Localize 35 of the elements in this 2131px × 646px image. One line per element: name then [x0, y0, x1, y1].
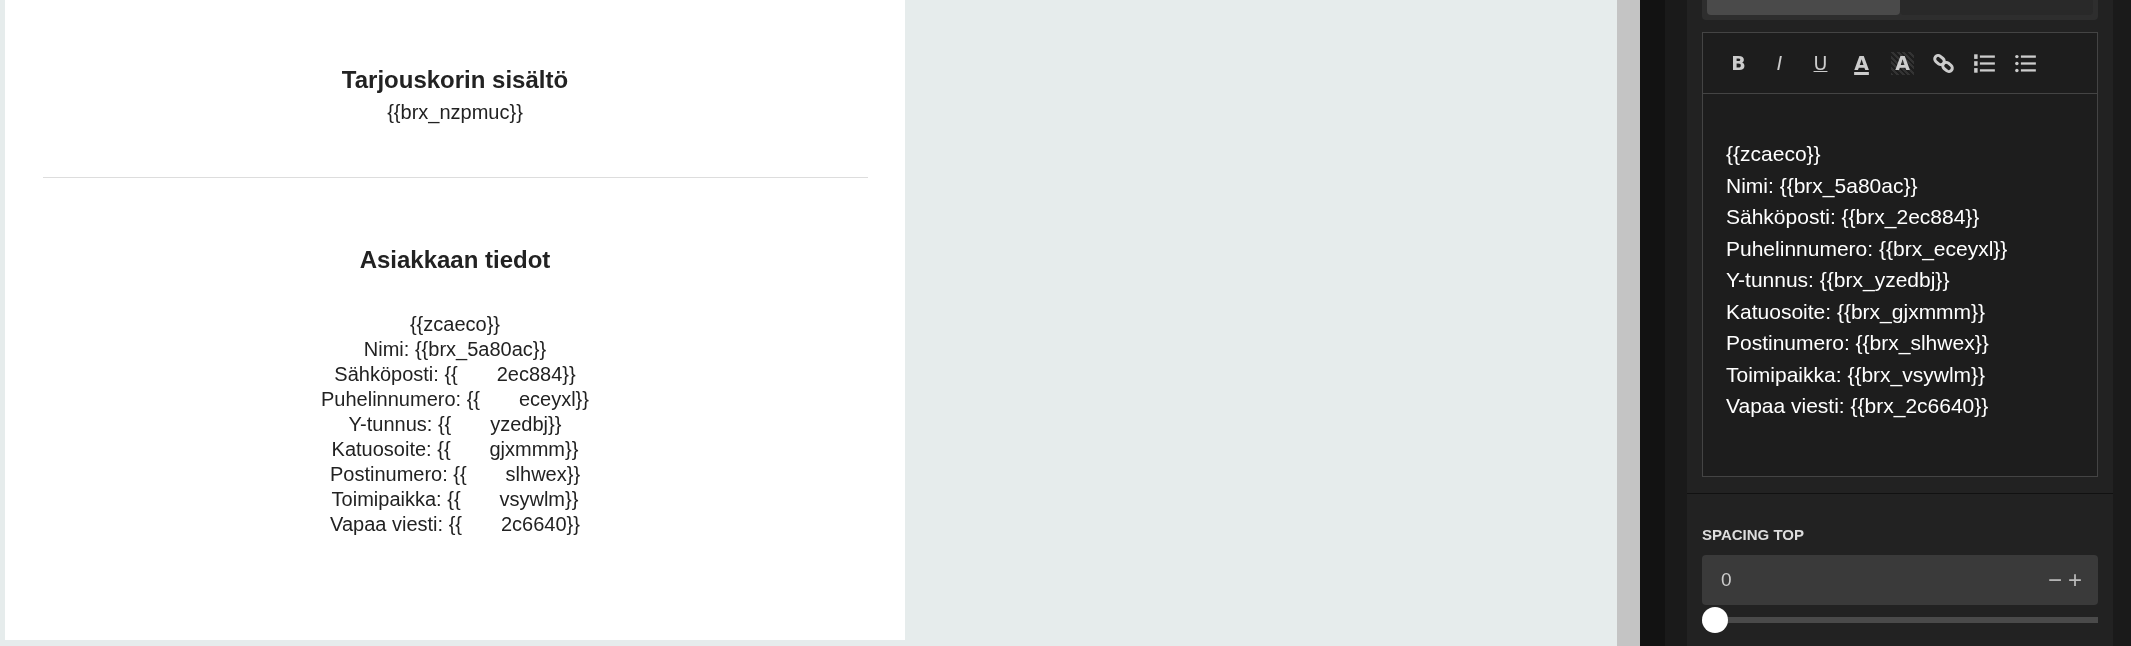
editor-text-line: Postinumero: {{brx_slhwex}} [1726, 330, 1990, 357]
preview-text-line: Vapaa viesti: {{ 2c6640}} [329, 512, 581, 537]
scrollbar[interactable] [1617, 0, 1640, 646]
editor-text-line: Toimipaikka: {{brx_vsywlm}} [1726, 361, 1987, 389]
preview-text-line: Toimipaikka: {{ vsywlm}} [330, 487, 580, 512]
preview-text-line: Sähköposti: {{ 2ec884}} [333, 362, 577, 387]
slider-thumb[interactable] [1702, 607, 1728, 633]
preview-text-line: Nimi: {{brx_5a80ac}} [362, 337, 548, 362]
section-heading: Tarjouskorin sisältö [341, 66, 569, 94]
spacing-top-label: SPACING TOP [1702, 526, 1805, 543]
editor-text-line: {{zcaeco}} [1726, 141, 1822, 167]
number-field[interactable]: 0 − + [1702, 555, 2098, 605]
editor-text-line: Vapaa viesti: {{brx_2c6640}} [1726, 393, 1990, 420]
preview-text-line: {{zcaeco}} [408, 312, 502, 337]
numbered-list-icon[interactable] [1973, 51, 1996, 75]
decrement-button[interactable]: − [2047, 566, 2062, 594]
editor-text-line: Y-tunnus: {{brx_yzedbj}} [1726, 267, 1951, 294]
link-icon[interactable] [1932, 51, 1955, 75]
preview-text-line: Puhelinnumero: {{ eceyxl}} [321, 387, 589, 412]
editor-text-line: Nimi: {{brx_5a80ac}} [1726, 172, 1919, 200]
section-heading: Asiakkaan tiedot [359, 246, 551, 274]
underline-button[interactable]: U [1809, 51, 1832, 75]
preview-text-line: Katuosoite: {{ gjxmmm}} [330, 437, 580, 462]
rich-text-editor[interactable] [1702, 32, 2098, 477]
increment-button[interactable]: + [2068, 566, 2082, 594]
italic-button[interactable]: I [1768, 51, 1791, 75]
preview-text-line: {{brx_nzpmuc}} [387, 100, 523, 125]
text-color-button[interactable]: A [1850, 51, 1873, 75]
preview-text-line: Y-tunnus: {{ yzedbj}} [347, 412, 563, 437]
highlight-button[interactable]: A [1891, 51, 1914, 75]
preview-text-line: Postinumero: {{ slhwex}} [328, 462, 582, 487]
editor-text-line: Puhelinnumero: {{brx_eceyxl}} [1726, 235, 2009, 263]
editor-text-line: Katuosoite: {{brx_gjxmmm}} [1726, 298, 1987, 326]
editor-text-line: Sähköposti: {{brx_2ec884}} [1726, 204, 1981, 231]
bold-button[interactable]: B [1727, 51, 1750, 75]
